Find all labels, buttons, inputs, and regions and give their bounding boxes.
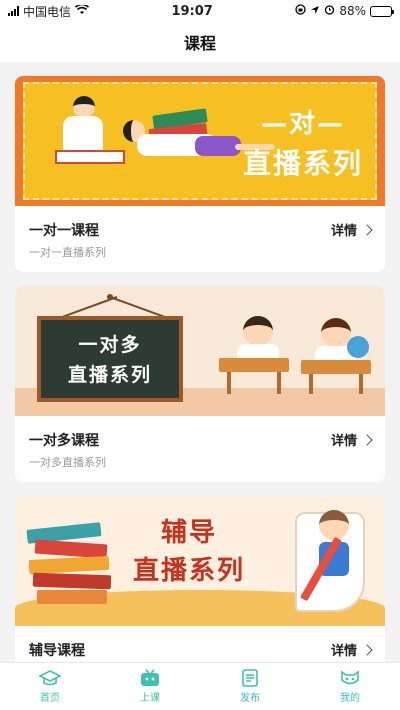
desk-leg — [227, 372, 231, 394]
course-subtitle: 一对多直播系列 — [29, 456, 106, 469]
desk-leg — [359, 374, 363, 394]
signal-icon — [8, 6, 19, 16]
board-nail — [107, 294, 113, 300]
course-title: 辅导课程 — [29, 643, 85, 659]
battery-icon — [369, 5, 394, 17]
wifi-icon — [74, 3, 90, 18]
mask-icon — [339, 669, 361, 687]
banner-caption: 辅导 直播系列 — [133, 514, 245, 590]
course-list[interactable]: —对— 直播系列 一对一课程 一对一直播系列 详情 一对多 直播系列 一对多课程… — [0, 62, 400, 662]
graduation-cap-icon — [39, 669, 61, 687]
orientation-lock-icon — [295, 4, 306, 18]
book-illustration — [28, 555, 110, 575]
nav-bar: 课程 — [0, 22, 400, 62]
tab-publish[interactable]: 发布 — [220, 669, 280, 704]
desk-illustration — [219, 358, 289, 372]
tab-class[interactable]: 上课 — [120, 669, 180, 704]
banner-one-to-many[interactable]: 一对多 直播系列 — [15, 286, 385, 416]
tab-label: 首页 — [40, 693, 60, 704]
banner-line1: 辅导 — [161, 518, 218, 548]
status-right: 88% — [295, 4, 394, 18]
chevron-right-icon — [361, 223, 373, 236]
banner-line2: 直播系列 — [67, 364, 152, 386]
tab-label: 我的 — [340, 693, 360, 704]
banner-line1: 一对多 — [78, 334, 142, 356]
chevron-right-icon — [361, 643, 373, 656]
student-boy-illustration — [243, 316, 273, 346]
status-left: 中国电信 — [8, 3, 90, 20]
book-illustration — [37, 590, 107, 604]
details-label: 详情 — [330, 224, 357, 239]
tv-icon — [139, 669, 161, 687]
page-title: 课程 — [183, 34, 216, 53]
banner-caption: —对— 直播系列 — [243, 104, 363, 184]
card-info: 一对多课程 一对多直播系列 详情 — [15, 416, 385, 482]
tab-mine[interactable]: 我的 — [320, 669, 380, 704]
status-bar: 中国电信 19:07 88% — [0, 0, 400, 22]
desk-illustration — [301, 360, 371, 374]
details-label: 详情 — [330, 434, 357, 449]
details-link[interactable]: 详情 — [330, 220, 373, 239]
globe-illustration — [347, 336, 369, 358]
document-icon — [239, 669, 261, 687]
chalkboard-illustration: 一对多 直播系列 — [37, 316, 183, 402]
bottom-tab-bar: 首页 上课 发布 我的 — [0, 662, 400, 710]
tab-home[interactable]: 首页 — [20, 669, 80, 704]
card-info: 一对一课程 一对一直播系列 详情 — [15, 206, 385, 272]
boy-illustration — [319, 510, 349, 540]
banner-tutoring[interactable]: 辅导 直播系列 — [15, 496, 385, 626]
teacher-illustration — [73, 96, 95, 118]
status-time: 19:07 — [171, 3, 213, 19]
tab-label: 发布 — [240, 693, 260, 704]
desk-leg — [277, 372, 281, 394]
desk-leg — [309, 374, 313, 394]
course-card-one-on-one[interactable]: —对— 直播系列 一对一课程 一对一直播系列 详情 — [15, 76, 385, 272]
carrier-label: 中国电信 — [23, 4, 72, 19]
course-card-one-to-many[interactable]: 一对多 直播系列 一对多课程 一对多直播系列 详情 — [15, 286, 385, 482]
details-link[interactable]: 详情 — [330, 430, 373, 449]
banner-one-on-one[interactable]: —对— 直播系列 — [15, 76, 385, 206]
course-card-tutoring[interactable]: 辅导 直播系列 辅导课程 详情 — [15, 496, 385, 662]
banner-line2: 直播系列 — [133, 556, 246, 586]
card-info: 辅导课程 详情 — [15, 626, 385, 662]
alarm-icon — [324, 4, 335, 18]
details-link[interactable]: 详情 — [330, 640, 373, 659]
battery-percent: 88% — [339, 4, 366, 18]
location-icon — [310, 4, 320, 18]
chevron-right-icon — [361, 433, 373, 446]
open-book-illustration — [55, 150, 125, 164]
details-label: 详情 — [330, 644, 357, 659]
book-illustration — [32, 572, 112, 590]
course-title: 一对多课程 — [29, 433, 99, 449]
banner-line1: —对— — [260, 109, 345, 139]
tab-label: 上课 — [140, 693, 160, 704]
course-title: 一对一课程 — [29, 223, 99, 239]
banner-line2: 直播系列 — [242, 147, 363, 180]
course-subtitle: 一对一直播系列 — [29, 246, 106, 259]
